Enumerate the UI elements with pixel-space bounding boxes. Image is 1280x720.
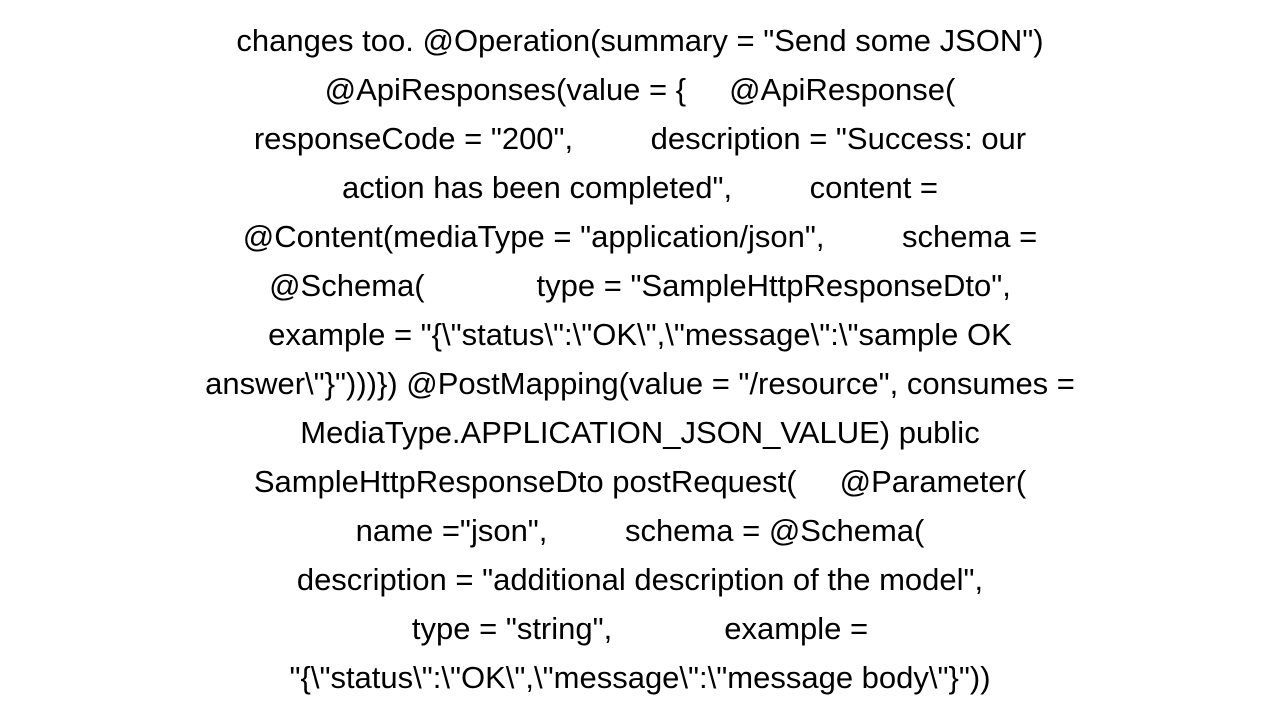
code-text-block: changes too. @Operation(summary = "Send … [0,7,1280,713]
